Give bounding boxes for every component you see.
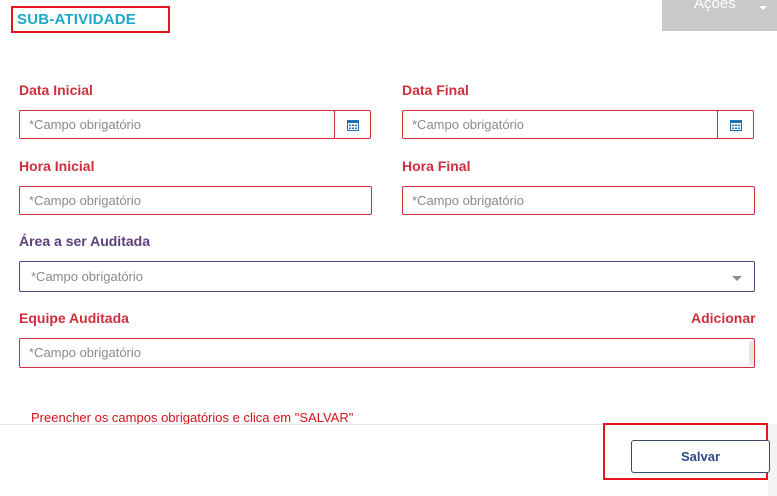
- hora-inicial-input[interactable]: *Campo obrigatório: [19, 186, 372, 215]
- hora-final-label: Hora Final: [402, 158, 471, 174]
- equipe-auditada-input[interactable]: *Campo obrigatório: [19, 338, 755, 368]
- area-auditada-label: Área a ser Auditada: [19, 233, 150, 249]
- area-auditada-placeholder: *Campo obrigatório: [31, 269, 144, 284]
- actions-dropdown-button[interactable]: Ações: [662, 0, 777, 31]
- hora-final-input[interactable]: *Campo obrigatório: [402, 186, 755, 215]
- calendar-icon: [730, 120, 742, 131]
- data-final-calendar-button[interactable]: [717, 110, 754, 139]
- input-scrollbar: [749, 341, 754, 365]
- area-auditada-select[interactable]: *Campo obrigatório: [19, 261, 755, 292]
- caret-down-icon: [759, 6, 767, 10]
- save-button[interactable]: Salvar: [631, 440, 770, 473]
- data-inicial-input[interactable]: *Campo obrigatório: [19, 110, 335, 139]
- page-title: SUB-ATIVIDADE: [17, 11, 136, 28]
- adicionar-link[interactable]: Adicionar: [691, 310, 756, 326]
- validation-message: Preencher os campos obrigatórios e clica…: [31, 410, 354, 425]
- data-inicial-label: Data Inicial: [19, 82, 93, 98]
- calendar-icon: [347, 120, 359, 131]
- equipe-auditada-placeholder: *Campo obrigatório: [29, 345, 142, 360]
- data-final-input[interactable]: *Campo obrigatório: [402, 110, 718, 139]
- actions-label: Ações: [694, 0, 736, 12]
- data-inicial-calendar-button[interactable]: [334, 110, 371, 139]
- data-final-label: Data Final: [402, 82, 469, 98]
- chevron-down-icon: [732, 276, 742, 281]
- equipe-auditada-label: Equipe Auditada: [19, 310, 129, 326]
- hora-inicial-label: Hora Inicial: [19, 158, 95, 174]
